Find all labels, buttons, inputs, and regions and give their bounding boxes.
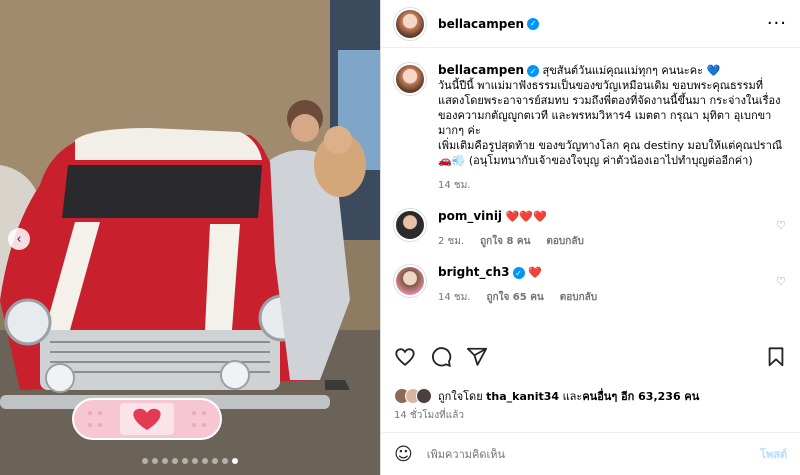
carousel-indicator <box>0 458 380 464</box>
carousel-dot <box>202 458 208 464</box>
caption-line-3: เพิ่มเติมคือรูปสุดท้าย ของขวัญทางโลก คุณ… <box>438 139 783 167</box>
carousel-dot <box>192 458 198 464</box>
carousel-dot <box>142 458 148 464</box>
post-button[interactable]: โพสต์ <box>760 445 787 463</box>
carousel-dot <box>172 458 178 464</box>
heart-icon[interactable] <box>394 346 416 368</box>
post-header: bellacampen ✓ ··· <box>381 0 800 48</box>
post-side-panel: bellacampen ✓ ··· bellacampen ✓ สุขสันต์ว… <box>380 0 800 475</box>
reply-button[interactable]: ตอบกลับ <box>546 234 583 249</box>
carousel-dot <box>152 458 158 464</box>
avatar <box>416 388 432 404</box>
bookmark-icon[interactable] <box>765 346 787 368</box>
share-icon[interactable] <box>466 346 488 368</box>
caption-line-2: วันนี้ปีนี้ พาแม่มาฟังธรรมเป็นของขวัญเหม… <box>438 79 781 137</box>
comment-username[interactable]: pom_vinij <box>438 209 502 223</box>
likes-prefix: ถูกใจโดย <box>438 390 483 403</box>
comment-composer: ☺ โพสต์ <box>381 432 800 475</box>
caption: bellacampen ✓ สุขสันต์วันแม่คุณแม่ทุกๆ คน… <box>394 63 787 193</box>
caption-line-1: สุขสันต์วันแม่คุณแม่ทุกๆ คนนะคะ 💙 <box>542 64 721 77</box>
comment-input[interactable] <box>426 447 760 461</box>
comment-item: pom_vinij ❤️❤️❤️ 2 ชม. ถูกใจ 8 คน ตอบกลั… <box>394 209 787 249</box>
caption-time: 14 ชม. <box>438 180 471 191</box>
verified-badge-icon: ✓ <box>527 17 540 30</box>
comment-avatar[interactable] <box>394 265 426 297</box>
comment-likes[interactable]: ถูกใจ 8 คน <box>480 234 530 249</box>
caption-username[interactable]: bellacampen <box>438 63 524 77</box>
comment-time: 14 ชม. <box>438 292 471 303</box>
comments-section: bellacampen ✓ สุขสันต์วันแม่คุณแม่ทุกๆ คน… <box>381 49 800 333</box>
chevron-left-icon: ‹ <box>16 231 22 247</box>
comment-avatar[interactable] <box>394 209 426 241</box>
liker-avatars[interactable] <box>394 388 432 404</box>
comment-likes[interactable]: ถูกใจ 65 คน <box>486 290 543 305</box>
likes-summary: ถูกใจโดย tha_kanit34 และ คนอื่นๆ อีก 63,2… <box>394 387 787 405</box>
comment-time: 2 ชม. <box>438 236 465 247</box>
author-avatar[interactable] <box>394 7 426 40</box>
author-username[interactable]: bellacampen <box>438 17 524 31</box>
caption-avatar[interactable] <box>394 63 426 95</box>
verified-badge-icon: ✓ <box>512 267 525 279</box>
comment-text: ❤️ <box>528 266 542 279</box>
likes-middle: และ <box>562 390 583 403</box>
post-time: 14 ชั่วโมงที่แล้ว <box>394 410 464 421</box>
comment-icon[interactable] <box>430 346 452 368</box>
comment-heart-icon[interactable]: ♡ <box>776 275 787 288</box>
post-photo[interactable]: ‹ <box>0 0 380 475</box>
smiley-icon[interactable]: ☺ <box>394 444 413 465</box>
carousel-dot <box>232 458 238 464</box>
comment-item: bright_ch3 ✓ ❤️ 14 ชม. ถูกใจ 65 คน ตอบกลั… <box>394 265 787 305</box>
carousel-dot <box>182 458 188 464</box>
reply-button[interactable]: ตอบกลับ <box>560 290 597 305</box>
carousel-dot <box>212 458 218 464</box>
comment-text: ❤️❤️❤️ <box>505 210 547 223</box>
likes-others[interactable]: คนอื่นๆ อีก 63,236 คน <box>582 387 699 405</box>
bandage-heart-sticker <box>72 398 222 440</box>
verified-badge-icon: ✓ <box>527 65 540 77</box>
carousel-dot <box>222 458 228 464</box>
action-bar <box>394 346 787 368</box>
carousel-dot <box>162 458 168 464</box>
comment-heart-icon[interactable]: ♡ <box>776 219 787 232</box>
comment-username[interactable]: bright_ch3 <box>438 265 510 279</box>
likes-user[interactable]: tha_kanit34 <box>486 390 559 403</box>
more-horizontal-icon[interactable]: ··· <box>767 13 787 34</box>
previous-photo-button[interactable]: ‹ <box>8 228 30 250</box>
